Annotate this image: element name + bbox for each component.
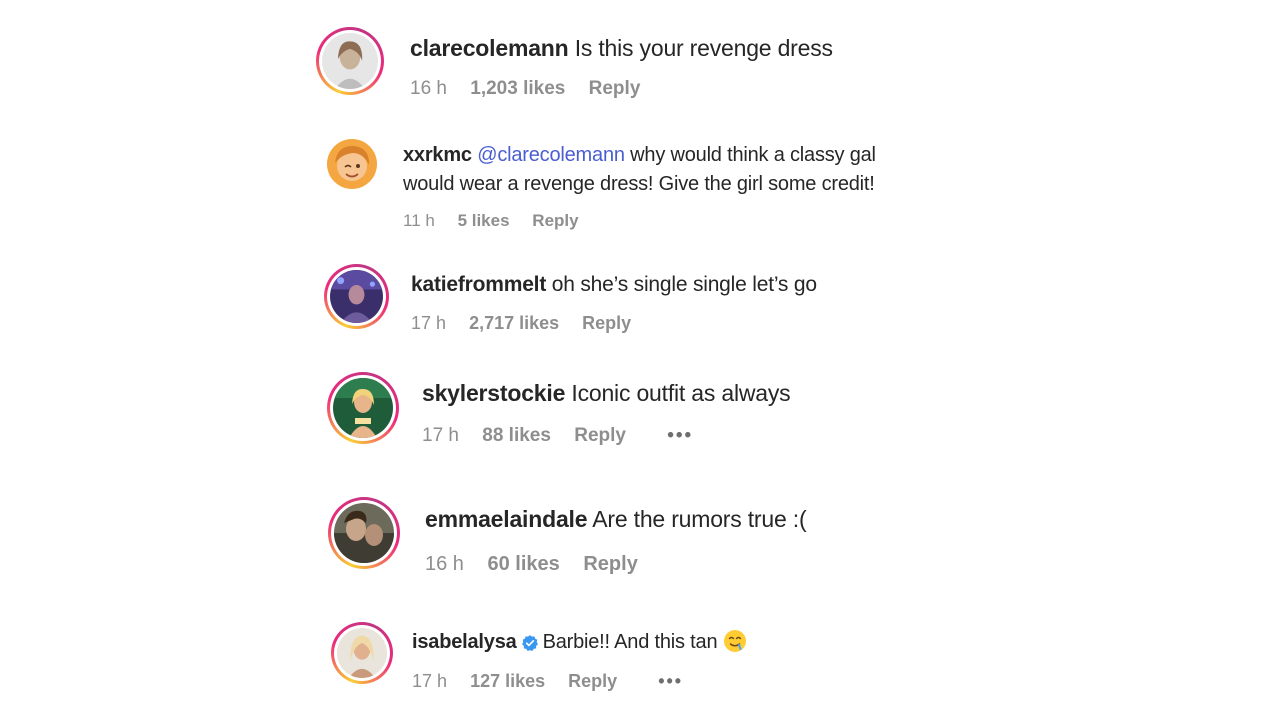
comment-username[interactable]: isabelalysa: [412, 631, 517, 653]
drooling-face-emoji-icon: [723, 629, 747, 653]
comment-username[interactable]: katiefrommelt: [411, 273, 546, 296]
reply-button[interactable]: Reply: [582, 313, 631, 333]
comment-mention[interactable]: @clarecolemann: [477, 144, 625, 166]
comment-username[interactable]: xxrkmc: [403, 144, 472, 166]
comment-text: oh she’s single single let’s go: [551, 273, 817, 296]
avatar[interactable]: [328, 497, 400, 569]
avatar[interactable]: [331, 622, 393, 684]
comment-likes[interactable]: 127 likes: [470, 671, 545, 691]
comment-username[interactable]: skylerstockie: [422, 380, 565, 406]
avatar[interactable]: [316, 27, 384, 95]
reply-button[interactable]: Reply: [583, 553, 637, 575]
comment-likes[interactable]: 1,203 likes: [470, 78, 565, 99]
comment-time: 16 h: [425, 553, 464, 575]
verified-badge-icon: [521, 632, 539, 652]
comments-list: clarecolemann Is this your revenge dress…: [0, 0, 1280, 720]
avatar[interactable]: [327, 139, 377, 189]
comment-username[interactable]: clarecolemann: [410, 35, 569, 61]
comment-time: 11 h: [403, 211, 435, 230]
reply-button[interactable]: Reply: [589, 78, 641, 99]
comment-time: 16 h: [410, 78, 447, 99]
comment-text: would wear a revenge dress! Give the gir…: [403, 173, 875, 195]
comment-time: 17 h: [422, 425, 459, 446]
more-options-icon[interactable]: •••: [658, 671, 683, 692]
comment-username[interactable]: emmaelaindale: [425, 506, 588, 532]
comment-likes[interactable]: 60 likes: [488, 553, 560, 575]
comment-likes[interactable]: 2,717 likes: [469, 313, 559, 333]
comment-time: 17 h: [411, 313, 447, 333]
comment-likes[interactable]: 5 likes: [458, 211, 510, 230]
comment-text: Iconic outfit as always: [571, 380, 791, 406]
comment-text: why would think a classy gal: [630, 144, 876, 166]
comment-text: Barbie!! And this tan: [542, 631, 718, 653]
comment-text: Is this your revenge dress: [574, 35, 833, 61]
reply-button[interactable]: Reply: [532, 211, 578, 230]
avatar[interactable]: [327, 372, 399, 444]
reply-button[interactable]: Reply: [574, 425, 626, 446]
reply-button[interactable]: Reply: [568, 671, 617, 691]
avatar[interactable]: [324, 264, 389, 329]
comment-time: 17 h: [412, 670, 448, 691]
comment-text: Are the rumors true :(: [592, 506, 807, 532]
comment-likes[interactable]: 88 likes: [482, 425, 551, 446]
more-options-icon[interactable]: •••: [667, 425, 693, 447]
